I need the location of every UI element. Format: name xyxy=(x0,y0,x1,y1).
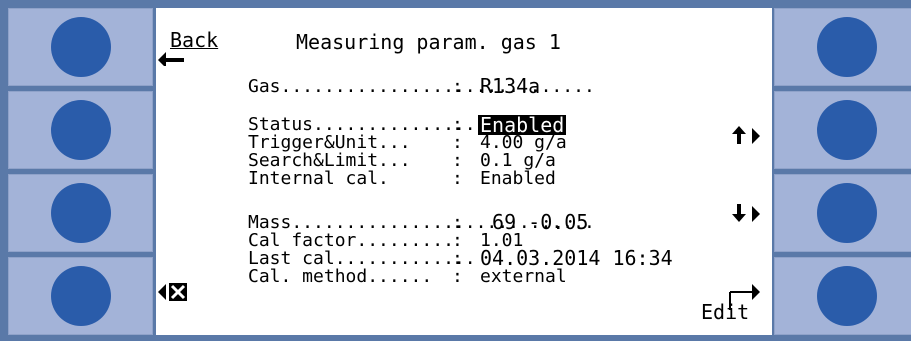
knob-icon xyxy=(816,100,877,160)
back-label[interactable]: Back xyxy=(170,30,218,50)
right-softkey-column xyxy=(774,8,911,335)
softkey-left-3[interactable] xyxy=(8,174,153,252)
arrow-up-icon[interactable] xyxy=(730,124,770,148)
separator: : xyxy=(452,76,463,97)
edit-arrow-icon[interactable] xyxy=(728,280,768,312)
softkey-left-2[interactable] xyxy=(8,91,153,169)
page-title: Measuring param. gas 1 xyxy=(296,30,561,54)
close-icon[interactable] xyxy=(156,282,190,306)
knob-icon xyxy=(816,266,877,326)
knob-icon xyxy=(50,100,111,160)
knob-icon xyxy=(816,17,877,77)
knob-icon xyxy=(816,183,877,243)
knob-icon xyxy=(50,183,111,243)
softkey-left-1[interactable] xyxy=(8,8,153,86)
lcd-screen: Back Measuring param. gas 1 Gas.........… xyxy=(156,8,772,335)
softkey-right-2[interactable] xyxy=(774,91,911,169)
knob-icon xyxy=(50,266,111,326)
param-value-cal-method: external xyxy=(480,266,567,287)
param-label-cal-method: Cal. method...... xyxy=(248,266,433,287)
separator: : xyxy=(452,168,463,189)
param-label-internal-cal: Internal cal. xyxy=(248,168,389,189)
softkey-right-4[interactable] xyxy=(774,257,911,335)
param-value-internal-cal: Enabled xyxy=(480,168,556,189)
arrow-down-icon[interactable] xyxy=(730,202,770,228)
softkey-left-4[interactable] xyxy=(8,257,153,335)
left-softkey-column xyxy=(8,8,153,335)
separator: : xyxy=(452,266,463,287)
param-value-mass: 69 -0.05 xyxy=(480,210,589,234)
param-value-gas: R134a xyxy=(480,74,541,98)
softkey-right-1[interactable] xyxy=(774,8,911,86)
param-value-last-cal: 04.03.2014 16:34 xyxy=(480,246,673,270)
knob-icon xyxy=(50,17,111,77)
param-label-gas: Gas............................. xyxy=(248,76,595,97)
device-frame: Back Measuring param. gas 1 Gas.........… xyxy=(0,0,911,341)
softkey-right-3[interactable] xyxy=(774,174,911,252)
